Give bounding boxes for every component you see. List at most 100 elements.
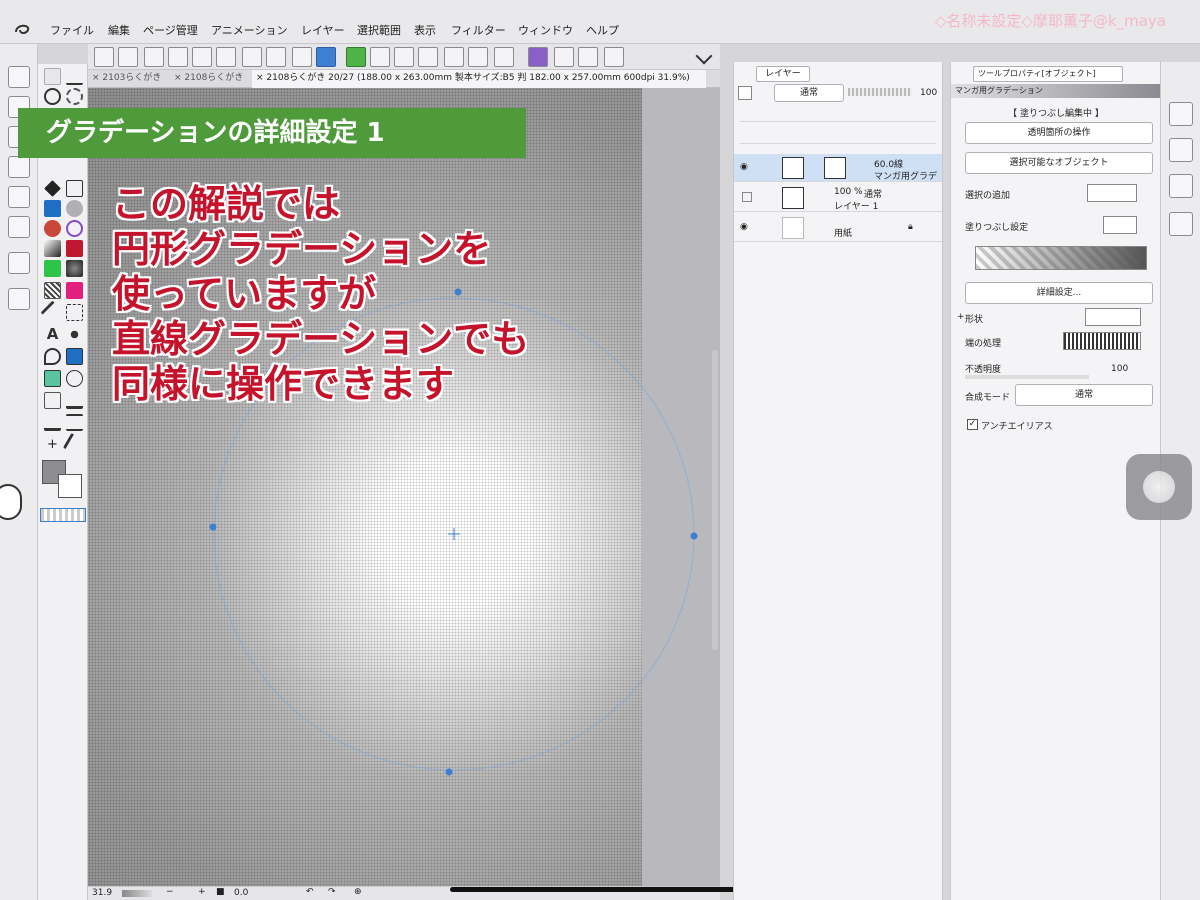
eraser-icon[interactable] xyxy=(44,180,61,197)
color-fill-icon[interactable] xyxy=(66,282,83,299)
visibility-eye-icon[interactable]: ◉ xyxy=(740,162,748,172)
spiral-icon[interactable] xyxy=(66,220,83,237)
blend-icon[interactable] xyxy=(44,200,61,217)
gradient-red-icon[interactable] xyxy=(66,240,83,257)
3d-icon[interactable] xyxy=(1169,174,1193,198)
expand-icon[interactable]: + xyxy=(957,312,965,322)
rotate-right-icon[interactable]: ↷ xyxy=(328,887,336,897)
snap-icon[interactable] xyxy=(468,47,488,67)
layer-icon[interactable] xyxy=(444,47,464,67)
detail-settings-button[interactable]: 詳細設定... xyxy=(965,282,1153,304)
checker-icon[interactable] xyxy=(394,47,414,67)
tab-2108[interactable]: × 2108らくがき xyxy=(170,70,247,88)
menu-view[interactable]: 表示 xyxy=(414,22,436,38)
folder-icon[interactable] xyxy=(144,47,164,67)
burst-icon[interactable] xyxy=(66,326,83,343)
redo-icon[interactable] xyxy=(216,47,236,67)
zoom-in-icon[interactable]: + xyxy=(198,887,206,897)
reset-rotation-icon[interactable]: ⊕ xyxy=(354,887,362,897)
subtool-icon[interactable] xyxy=(8,156,30,178)
gradient-handle-right[interactable] xyxy=(690,532,698,540)
menu-window[interactable]: ウィンドウ xyxy=(518,22,573,38)
gradient-handle-bottom[interactable] xyxy=(445,768,453,776)
text-tool-icon[interactable]: A xyxy=(44,326,61,343)
edge-buttons[interactable] xyxy=(1063,332,1141,350)
search-icon[interactable] xyxy=(8,288,30,310)
hand-icon[interactable] xyxy=(8,66,30,88)
tab-2103[interactable]: × 2103らくがき xyxy=(88,70,165,88)
save-icon[interactable] xyxy=(118,47,138,67)
3d-icon[interactable] xyxy=(44,392,61,409)
sparkle-icon[interactable]: + xyxy=(44,436,61,453)
assistive-touch-button[interactable] xyxy=(1126,454,1192,520)
ruler-icon[interactable] xyxy=(528,47,548,67)
rotate-left-icon[interactable]: ↶ xyxy=(306,887,314,897)
fill-setting-buttons[interactable] xyxy=(1103,216,1137,234)
undo-icon[interactable] xyxy=(192,47,212,67)
list-icon[interactable] xyxy=(8,216,30,238)
sub-color-swatch[interactable] xyxy=(58,474,82,498)
balloon-icon[interactable] xyxy=(44,348,61,365)
selectable-object-dropdown[interactable]: 選択可能なオブジェクト xyxy=(965,152,1153,174)
layer-row-gradient[interactable]: ◉ 60.0線 マンガ用グラデ xyxy=(734,154,942,182)
menu-selection[interactable]: 選択範囲 xyxy=(357,22,401,38)
eyedropper-alt-icon[interactable] xyxy=(62,432,87,457)
layer-tab[interactable]: レイヤー xyxy=(756,66,810,82)
toggle-icon[interactable] xyxy=(604,47,624,67)
fit-view-icon[interactable] xyxy=(316,47,336,67)
zoom-tool-icon[interactable] xyxy=(44,88,61,105)
layer-row-layer1[interactable]: 100 % 通常 レイヤー 1 xyxy=(734,184,942,212)
app-logo-icon[interactable] xyxy=(12,20,34,38)
gradient-handle-left[interactable] xyxy=(209,523,217,531)
eyedropper-icon[interactable] xyxy=(40,300,65,325)
frame-icon[interactable] xyxy=(66,348,83,365)
menu-layer[interactable]: レイヤー xyxy=(301,22,345,38)
zoom-slider[interactable] xyxy=(122,890,152,897)
menu-file[interactable]: ファイル xyxy=(50,22,94,38)
menu-help[interactable]: ヘルプ xyxy=(586,22,619,38)
lasso-tool-icon[interactable] xyxy=(66,88,83,105)
checker-icon[interactable] xyxy=(370,47,390,67)
selection-add-buttons[interactable] xyxy=(1087,184,1137,202)
jpg-export-icon[interactable] xyxy=(266,47,286,67)
material-icon[interactable] xyxy=(8,252,30,274)
tab-current[interactable]: × 2108らくがき 20/27 (188.00 x 263.00mm 製本サイ… xyxy=(252,70,706,88)
antialias-checkbox[interactable]: ✓ xyxy=(967,419,978,430)
crop-icon[interactable] xyxy=(292,47,312,67)
navigator-icon[interactable] xyxy=(1169,102,1193,126)
transparent-dropdown[interactable]: 透明箇所の操作 xyxy=(965,122,1153,144)
layer-property-icon[interactable] xyxy=(1169,212,1193,236)
menu-page-management[interactable]: ページ管理 xyxy=(143,22,198,38)
shape-buttons[interactable] xyxy=(1085,308,1141,326)
vertical-scrollbar[interactable] xyxy=(712,350,718,650)
transparent-color-swatch[interactable] xyxy=(40,508,86,522)
pen-tool-icon[interactable] xyxy=(66,68,83,85)
gradient-tool-icon[interactable] xyxy=(44,240,61,257)
select-area-icon[interactable] xyxy=(66,304,83,321)
blend-mode-select[interactable]: 通常 xyxy=(1015,384,1153,406)
rotation-value[interactable]: 0.0 xyxy=(234,888,248,898)
layer-blend-mode-select[interactable]: 通常 xyxy=(774,84,844,102)
grass-brush-icon[interactable] xyxy=(44,414,61,431)
grid-icon[interactable] xyxy=(578,47,598,67)
checker-icon[interactable] xyxy=(418,47,438,67)
fill-icon[interactable] xyxy=(66,180,83,197)
crop-mark-icon[interactable] xyxy=(554,47,574,67)
layer-opacity-value[interactable]: 100 xyxy=(920,88,937,98)
layer-color-box[interactable] xyxy=(738,86,752,100)
transform-icon[interactable] xyxy=(242,47,262,67)
move-layer-icon[interactable] xyxy=(66,370,83,387)
layer-opacity-slider[interactable] xyxy=(848,88,912,96)
grass-icon[interactable] xyxy=(66,392,83,409)
chevron-down-icon[interactable] xyxy=(695,47,713,65)
menu-edit[interactable]: 編集 xyxy=(108,22,130,38)
tool-property-tab[interactable]: ツールプロパティ[オブジェクト] xyxy=(973,66,1123,82)
menu-animation[interactable]: アニメーション xyxy=(211,22,288,38)
selection-mode-icon[interactable] xyxy=(494,47,514,67)
lock-icon[interactable]: 🔒︎ xyxy=(908,222,913,232)
object-tool-icon[interactable] xyxy=(44,370,61,387)
gradient-preview-bar[interactable] xyxy=(975,246,1147,270)
opacity-slider[interactable] xyxy=(965,375,1089,379)
move-tool-icon[interactable] xyxy=(44,68,61,85)
new-file-icon[interactable] xyxy=(94,47,114,67)
